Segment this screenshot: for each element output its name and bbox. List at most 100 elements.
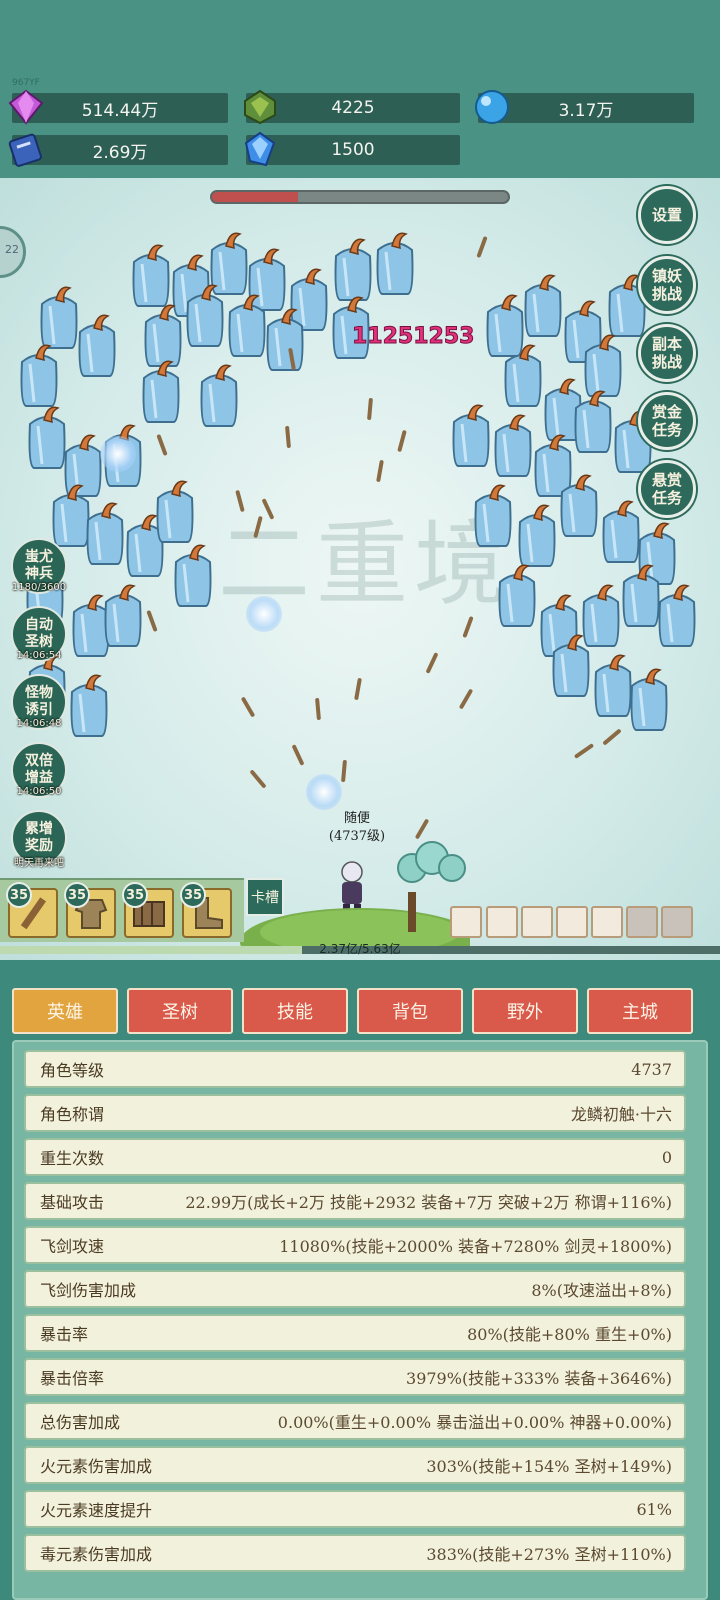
ice-monster: [498, 564, 536, 627]
stat-value: 4737: [631, 1059, 672, 1079]
skill-slot[interactable]: [591, 906, 623, 938]
skill-slot[interactable]: [661, 906, 693, 938]
cumulative-reward-label: 累增奖励: [25, 821, 53, 854]
hero-stats-panel[interactable]: 角色等级 4737 角色称谓 龙鳞初触·十六 重生次数 0 基础攻击 22.99万(成长+2万…: [12, 1040, 708, 1600]
reward-task-label: 悬赏任务: [651, 471, 682, 507]
stat-label: 基础攻击: [40, 1193, 105, 1212]
stat-label: 暴击率: [40, 1325, 89, 1344]
double-buff-timer: 14:06:50: [16, 786, 62, 797]
green-crystal-icon: [244, 89, 276, 125]
auto-tree-label: 自动圣树: [25, 617, 53, 650]
main-tabs: 英雄 圣树 技能 背包 野外 主城: [0, 960, 720, 1034]
tab-main-city[interactable]: 主城: [587, 988, 693, 1034]
reward-task-button[interactable]: 悬赏任务: [638, 460, 696, 518]
stat-row: 飞剑伤害加成 8%(攻速溢出+8%): [24, 1270, 686, 1308]
tab-backpack[interactable]: 背包: [357, 988, 463, 1034]
flying-sword: [315, 697, 321, 721]
stat-value: 22.99万(成长+2万 技能+2932 装备+7万 突破+2万 称谓+116%…: [185, 1193, 672, 1212]
stat-row: 基础攻击 22.99万(成长+2万 技能+2932 装备+7万 突破+2万 称谓+…: [24, 1182, 686, 1220]
ice-monster: [560, 474, 598, 537]
settings-button[interactable]: 设置: [638, 186, 696, 244]
flying-sword: [425, 652, 439, 674]
edge-circle-text: 22: [5, 243, 19, 256]
exp-text: 2.37亿/5.63亿: [319, 942, 401, 956]
stat-value: 11080%(技能+2000% 装备+7280% 剑灵+1800%): [279, 1237, 672, 1256]
flying-sword: [341, 759, 347, 783]
stat-row: 火元素速度提升 61%: [24, 1490, 686, 1528]
bounty-task-button[interactable]: 赏金任务: [638, 392, 696, 450]
battle-field[interactable]: 22 二重境 11251253 设置 镇妖挑战 副本挑战 赏金任务 悬赏任务 蚩…: [0, 178, 720, 960]
ice-monster: [104, 584, 142, 647]
ice-monster: [186, 284, 224, 347]
stat-row: 暴击倍率 3979%(技能+333% 装备+3646%): [24, 1358, 686, 1396]
double-buff-label: 双倍增益: [25, 753, 53, 786]
stat-label: 飞剑伤害加成: [40, 1281, 137, 1300]
resource-value: 4225: [331, 98, 375, 118]
card-slot-button[interactable]: 卡槽: [246, 878, 284, 916]
equipment-panel: 35 35 35 35: [0, 878, 244, 942]
stat-value: 0: [661, 1147, 672, 1167]
flying-sword: [397, 429, 407, 453]
flying-sword: [476, 235, 488, 259]
skill-slot[interactable]: [486, 906, 518, 938]
card-slot-label: 卡槽: [251, 890, 279, 906]
character-label: 随便 (4737级): [322, 810, 392, 846]
skill-slot[interactable]: [556, 906, 588, 938]
resource-blue-orb[interactable]: 3.17万: [475, 90, 694, 124]
dungeon-challenge-button[interactable]: 副本挑战: [638, 324, 696, 382]
monster-lure-label: 怪物诱引: [25, 685, 53, 718]
ice-monster: [376, 232, 414, 295]
ice-monster: [200, 364, 238, 427]
tab-skills[interactable]: 技能: [242, 988, 348, 1034]
whirlwind-effect: [246, 596, 282, 632]
stat-value: 龙鳞初触·十六: [570, 1105, 672, 1124]
equip-slot-weapon[interactable]: 35: [6, 882, 58, 938]
holy-tree-icon: [397, 841, 466, 883]
ice-monster: [20, 344, 58, 407]
flying-sword: [414, 818, 430, 840]
resource-green-crystal[interactable]: 4225: [244, 89, 460, 125]
skill-slot[interactable]: [450, 906, 482, 938]
ice-monster: [552, 634, 590, 697]
demon-challenge-button[interactable]: 镇妖挑战: [638, 256, 696, 314]
resource-blue-book[interactable]: 2.69万: [8, 133, 228, 167]
flying-sword: [458, 688, 474, 710]
ice-monster: [174, 544, 212, 607]
stat-label: 火元素速度提升: [40, 1501, 153, 1520]
stat-row: 火元素伤害加成 303%(技能+154% 圣树+149%): [24, 1446, 686, 1484]
tab-wild[interactable]: 野外: [472, 988, 578, 1034]
ice-monster: [266, 308, 304, 371]
stat-label: 总伤害加成: [40, 1413, 121, 1432]
tab-label: 野外: [507, 1002, 543, 1023]
blue-book-icon: [8, 133, 42, 167]
exp-fill: [0, 946, 303, 954]
ice-monster: [474, 484, 512, 547]
tab-label: 技能: [277, 1002, 313, 1023]
whirlwind-effect: [306, 774, 342, 810]
boss-hp-bar: [210, 190, 510, 204]
edge-round-button[interactable]: 22: [0, 226, 26, 278]
stat-value: 8%(攻速溢出+8%): [531, 1281, 672, 1300]
chiyou-weapon-label: 蚩尤神兵: [25, 549, 53, 582]
character-name: 随便: [343, 811, 370, 826]
equip-slot-boots[interactable]: 35: [180, 882, 232, 938]
ice-monster: [78, 314, 116, 377]
auto-tree-timer: 14:06:54: [16, 650, 62, 661]
stat-row: 飞剑攻速 11080%(技能+2000% 装备+7280% 剑灵+1800%): [24, 1226, 686, 1264]
resource-blue-diamond[interactable]: 1500: [244, 131, 460, 167]
stat-value: 383%(技能+273% 圣树+110%): [426, 1545, 672, 1564]
flying-sword: [249, 769, 267, 789]
resource-value: 2.69万: [92, 142, 148, 163]
skill-slot[interactable]: [521, 906, 553, 938]
tab-hero[interactable]: 英雄: [12, 988, 118, 1034]
equip-slot-armor[interactable]: 35: [64, 882, 116, 938]
stat-row: 角色称谓 龙鳞初触·十六: [24, 1094, 686, 1132]
stat-label: 毒元素伤害加成: [40, 1545, 153, 1564]
resource-purple-gem[interactable]: 514.44万: [8, 89, 228, 125]
tab-holy-tree[interactable]: 圣树: [127, 988, 233, 1034]
equip-slot-bracer[interactable]: 35: [122, 882, 174, 938]
blue-diamond-icon: [244, 131, 276, 167]
stat-label: 角色等级: [40, 1061, 105, 1080]
character-level: (4737级): [328, 829, 386, 844]
skill-slot[interactable]: [626, 906, 658, 938]
